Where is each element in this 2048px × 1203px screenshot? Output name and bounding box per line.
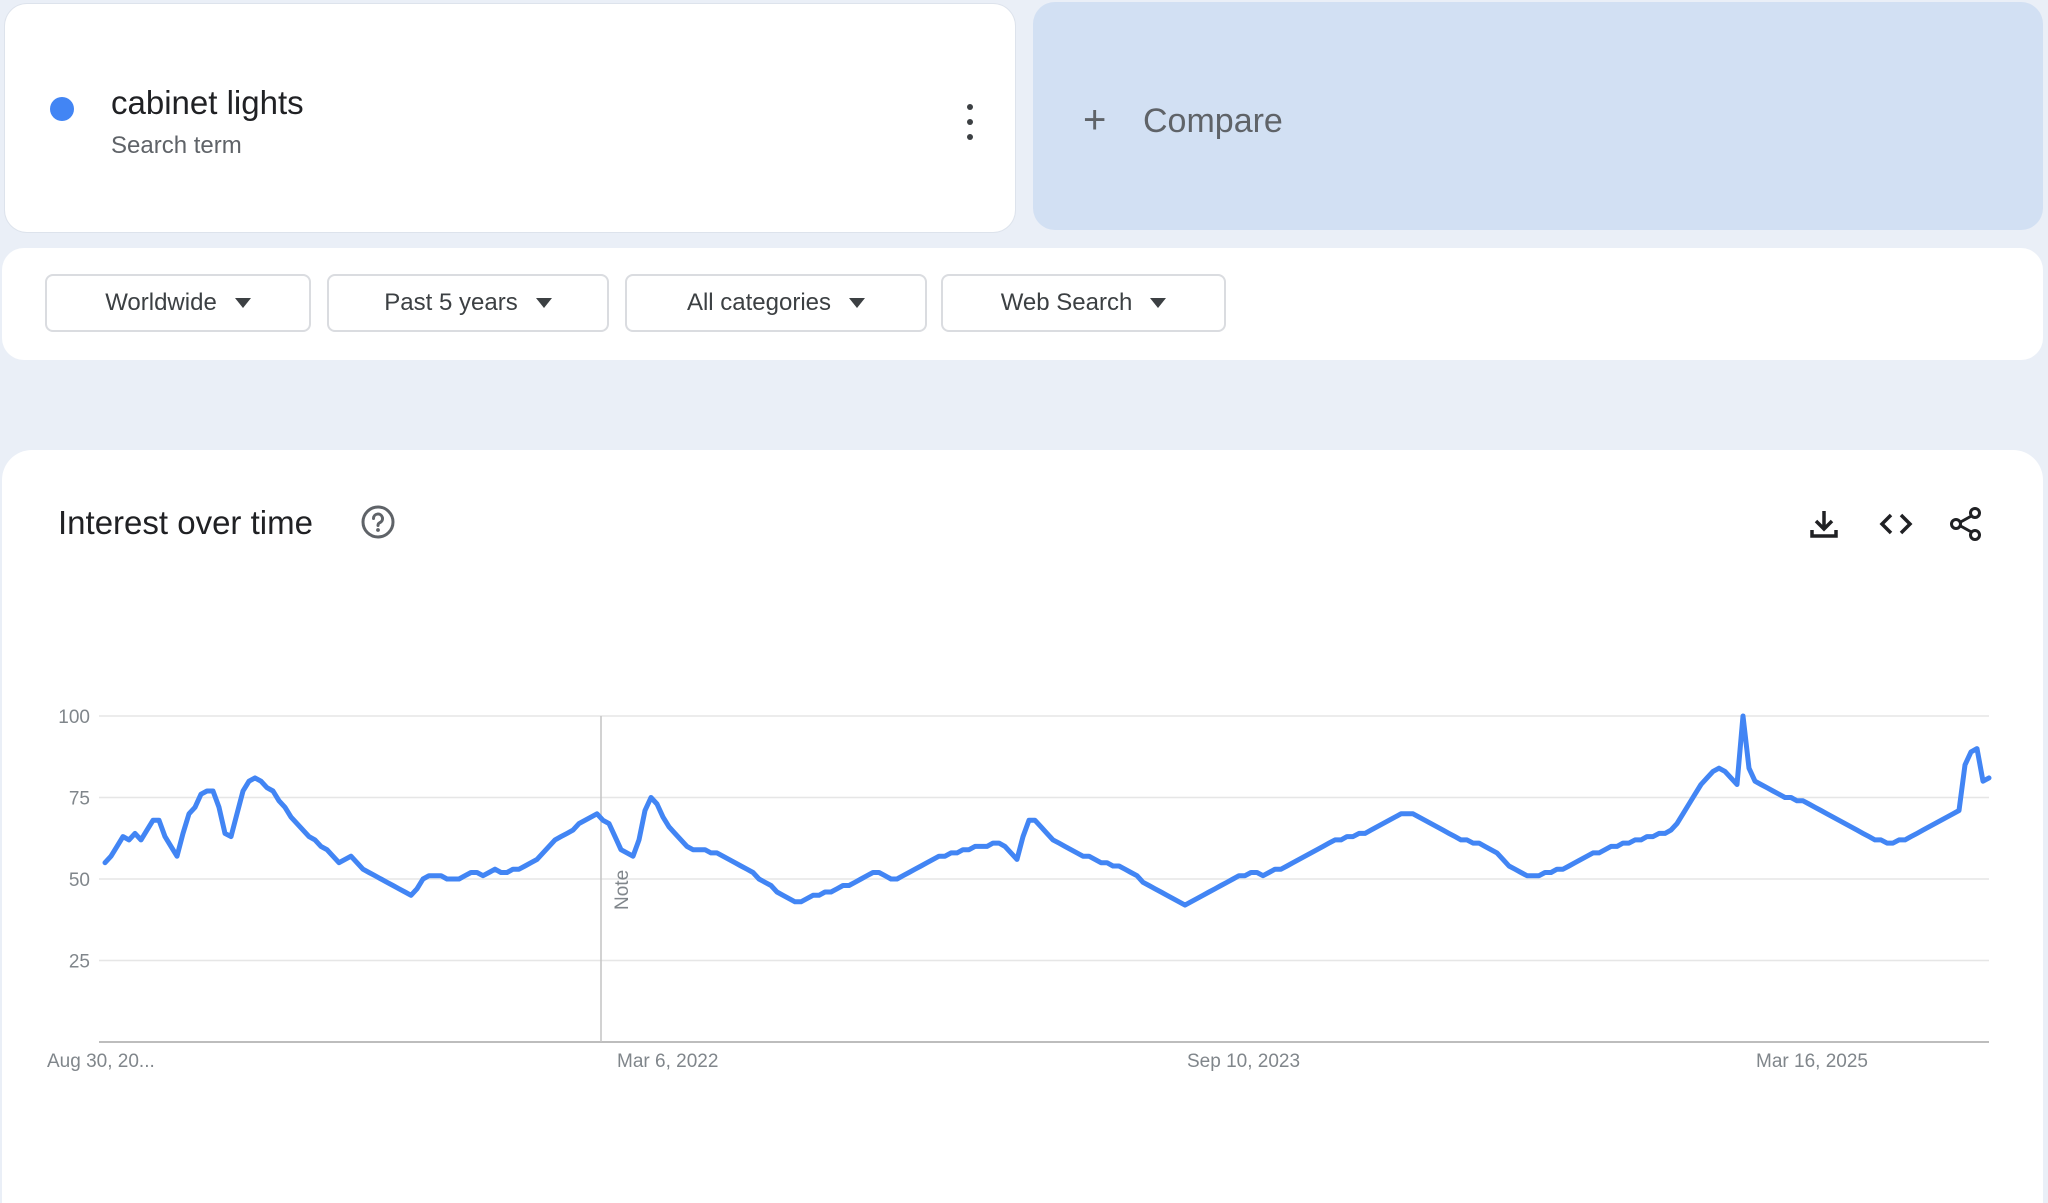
caret-down-icon (849, 298, 866, 308)
region-dropdown-label: Worldwide (105, 289, 217, 316)
y-tick-label: 100 (58, 707, 90, 728)
compare-button[interactable]: + Compare (1033, 2, 2043, 230)
compare-label: Compare (1143, 102, 1283, 140)
more-options-icon[interactable] (957, 104, 983, 140)
y-tick-label: 25 (69, 952, 90, 973)
x-tick-label: Mar 16, 2025 (1756, 1051, 1868, 1072)
search-term-card: cabinet lights Search term (5, 4, 1015, 232)
search-type-dropdown-label: Web Search (1000, 289, 1133, 316)
series-color-dot (50, 97, 74, 121)
category-dropdown[interactable]: All categories (625, 274, 927, 332)
interest-over-time-panel: Interest over time 25 50 75 100 Note Aug 30, … (2, 450, 2043, 1203)
filter-bar: Worldwide Past 5 years All categories We… (2, 248, 2043, 360)
x-tick-label: Sep 10, 2023 (1187, 1051, 1300, 1072)
y-tick-label: 75 (69, 789, 90, 810)
search-term-subtitle: Search term (111, 132, 242, 159)
x-tick-label: Aug 30, 20... (47, 1051, 155, 1072)
time-range-dropdown[interactable]: Past 5 years (327, 274, 609, 332)
plus-icon: + (1083, 98, 1107, 142)
series-line-0[interactable] (102, 713, 1992, 908)
time-range-dropdown-label: Past 5 years (384, 289, 518, 316)
note-marker-label[interactable]: Note (612, 870, 633, 910)
region-dropdown[interactable]: Worldwide (45, 274, 311, 332)
interest-line-chart: 25 50 75 100 Note Aug 30, 20... Mar 6, 2022 Sep… (47, 707, 1992, 1072)
y-tick-label: 50 (69, 870, 90, 891)
x-tick-label: Mar 6, 2022 (617, 1051, 718, 1072)
caret-down-icon (535, 298, 552, 308)
search-term-title[interactable]: cabinet lights (111, 84, 304, 122)
caret-down-icon (1150, 298, 1167, 308)
search-type-dropdown[interactable]: Web Search (941, 274, 1226, 332)
category-dropdown-label: All categories (686, 289, 832, 316)
caret-down-icon (234, 298, 251, 308)
